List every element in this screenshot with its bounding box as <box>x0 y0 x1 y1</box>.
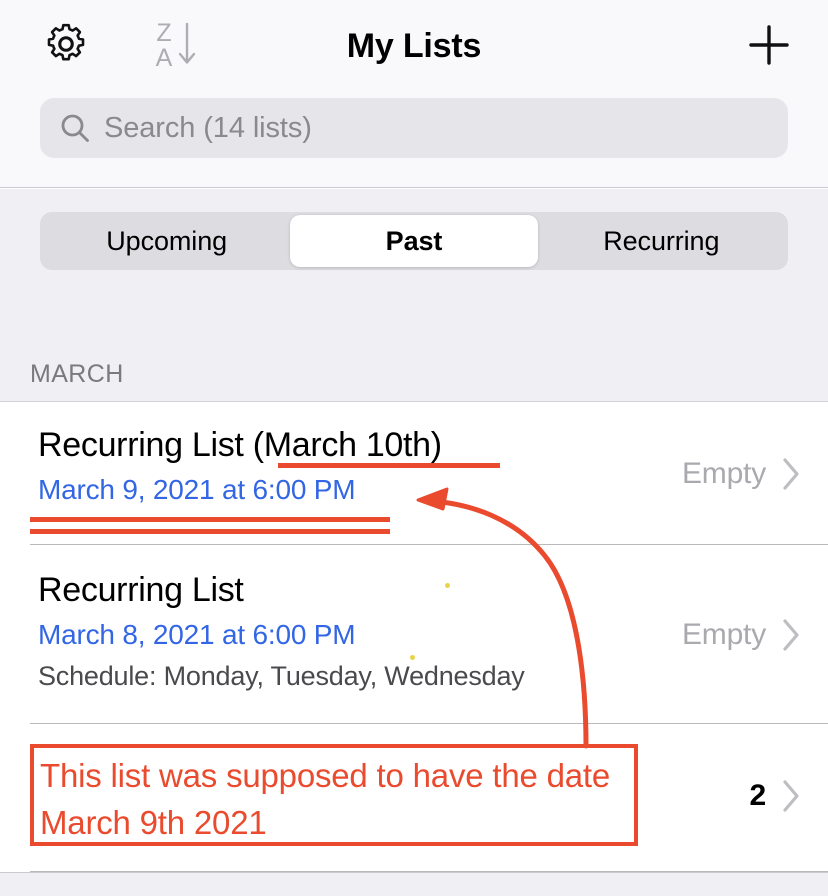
item-count: 2 <box>749 779 767 812</box>
add-list-button[interactable] <box>740 18 798 76</box>
chevron-right-icon <box>780 617 802 653</box>
list-row-1-accessory[interactable]: Empty <box>682 456 802 492</box>
status-badge: Empty <box>681 457 766 490</box>
tab-recurring[interactable]: Recurring <box>538 215 785 267</box>
list-row-2-content: Recurring List March 8, 2021 at 6:00 PM … <box>38 571 628 692</box>
plus-icon <box>745 21 793 74</box>
list-title: Recurring List <box>38 571 244 609</box>
tabs-container: Upcoming Past Recurring <box>0 189 828 297</box>
lists-table: Recurring List (March 10th) March 9, 202… <box>0 402 828 872</box>
page-title: My Lists <box>346 26 482 65</box>
chevron-right-icon <box>780 778 802 814</box>
search-icon <box>58 111 92 145</box>
tab-upcoming[interactable]: Upcoming <box>43 215 290 267</box>
list-row-2-accessory[interactable]: Empty <box>682 617 802 653</box>
header-bar: Z A My Lists <box>0 0 828 92</box>
segmented-control[interactable]: Upcoming Past Recurring <box>40 212 788 270</box>
app-root: Z A My Lists Search (14 lists) Upcoming … <box>0 0 828 896</box>
dust-speck <box>410 655 415 660</box>
list-title: Recurring List (March 10th) <box>38 426 442 464</box>
table-row[interactable]: Recurring List (March 10th) March 9, 202… <box>0 402 828 545</box>
tab-past[interactable]: Past <box>290 215 538 267</box>
section-header-march: MARCH <box>0 297 828 402</box>
navigation-header: Z A My Lists Search (14 lists) <box>0 0 828 188</box>
list-row-3-accessory[interactable]: 2 <box>750 778 803 814</box>
list-schedule: Schedule: Monday, Tuesday, Wednesday <box>38 661 525 691</box>
table-row[interactable]: Recurring List March 8, 2021 at 6:00 PM … <box>0 545 828 724</box>
search-field[interactable]: Search (14 lists) <box>40 98 788 158</box>
search-input-placeholder[interactable]: Search (14 lists) <box>104 112 312 145</box>
footer-spacer <box>0 872 828 896</box>
list-date: March 9, 2021 at 6:00 PM <box>38 474 356 505</box>
chevron-right-icon <box>780 456 802 492</box>
list-date: March 8, 2021 at 6:00 PM <box>38 619 356 650</box>
section-header-label: MARCH <box>30 360 124 388</box>
status-badge: Empty <box>681 618 766 651</box>
dust-speck <box>445 583 450 588</box>
table-row[interactable]: 2 <box>0 724 828 872</box>
list-row-1-content: Recurring List (March 10th) March 9, 202… <box>38 426 628 506</box>
